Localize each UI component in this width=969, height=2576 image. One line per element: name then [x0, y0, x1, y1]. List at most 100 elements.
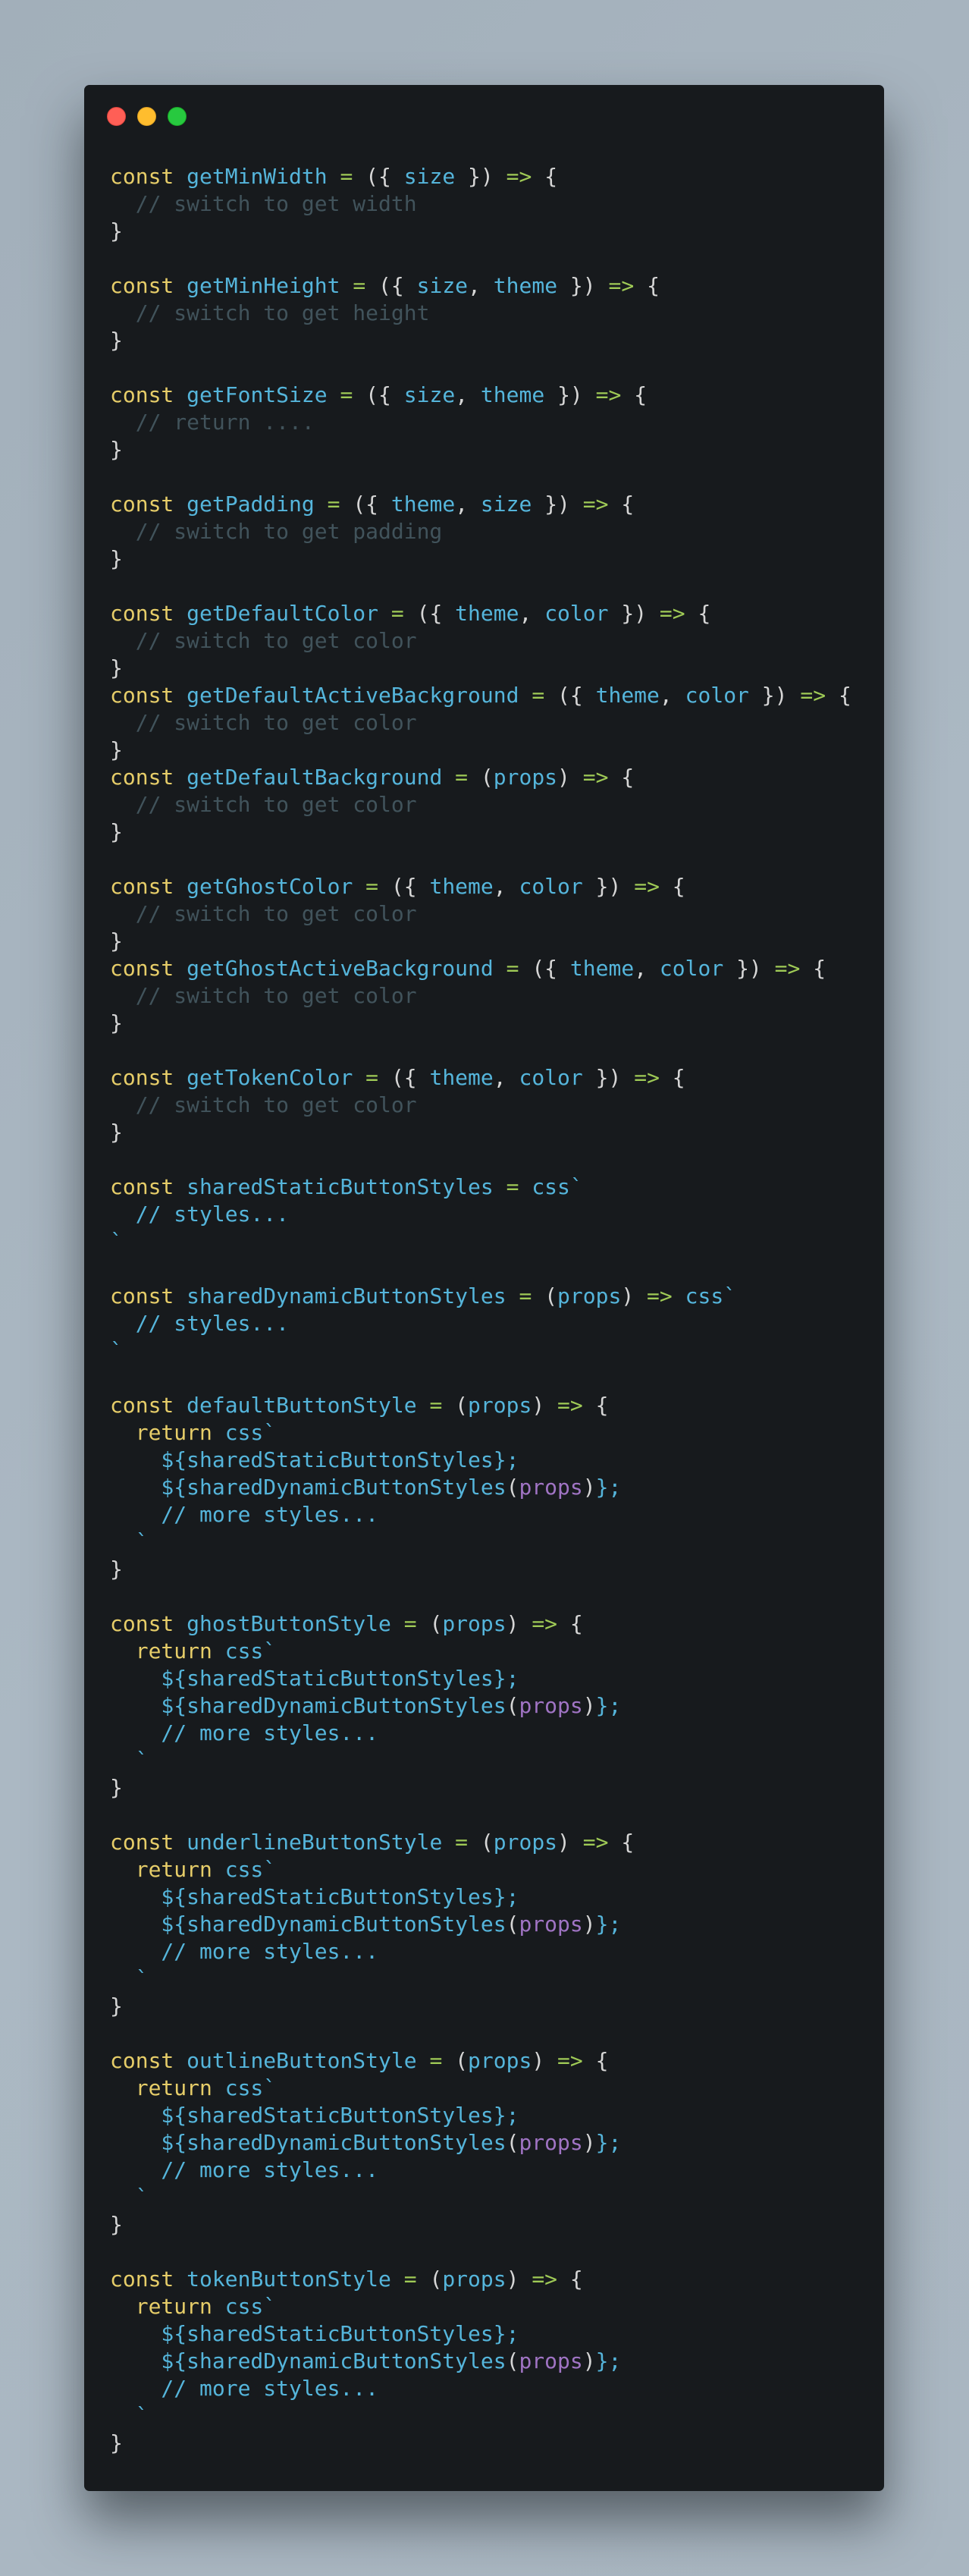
identifier-token: ghostButtonStyle	[187, 1611, 404, 1636]
keyword-token: return	[110, 1420, 225, 1445]
identifier-token: props	[442, 2267, 506, 2292]
punctuation-token: (	[455, 2048, 469, 2073]
punctuation-token: })	[595, 1065, 635, 1090]
operator-token: =>	[582, 1830, 622, 1855]
identifier-token: props	[468, 2048, 532, 2073]
identifier-token: props	[442, 1611, 506, 1636]
punctuation-token: ,	[493, 1065, 519, 1090]
code-line: ${sharedDynamicButtonStyles(props)};	[110, 1692, 851, 1720]
punctuation-token: }	[110, 546, 123, 571]
operator-token: =>	[582, 765, 622, 790]
comment-token: // switch to get color	[110, 1092, 417, 1117]
keyword-token: const	[110, 683, 187, 708]
code-line: ${sharedStaticButtonStyles};	[110, 1883, 851, 1911]
keyword-token: const	[110, 1174, 187, 1199]
keyword-token: const	[110, 601, 187, 626]
punctuation-token: }	[110, 1557, 123, 1582]
template-token: ${sharedStaticButtonStyles};	[110, 1666, 519, 1691]
template-token: css`	[224, 1857, 277, 1882]
punctuation-token: ({	[378, 273, 417, 298]
code-line: `	[110, 1528, 851, 1556]
code-line: // switch to get padding	[110, 518, 851, 545]
punctuation-token: )	[532, 2048, 558, 2073]
identifier-token: getMinWidth	[187, 164, 340, 189]
template-token: ${sharedStaticButtonStyles};	[110, 1884, 519, 1909]
punctuation-token: (	[506, 1475, 519, 1500]
comment-token: // switch to get color	[110, 983, 417, 1008]
template-token: `	[110, 2403, 149, 2428]
code-line: return css`	[110, 2293, 851, 2320]
identifier-token: getMinHeight	[187, 273, 353, 298]
punctuation-token: {	[634, 382, 648, 407]
punctuation-token: })	[544, 492, 583, 517]
punctuation-token: (	[480, 765, 494, 790]
template-token: };	[595, 1912, 622, 1937]
operator-token: =>	[557, 1393, 596, 1418]
punctuation-token: ,	[493, 874, 519, 899]
punctuation-token: )	[582, 1693, 596, 1718]
punctuation-token: })	[761, 683, 801, 708]
keyword-token: const	[110, 874, 187, 899]
operator-token: =>	[532, 2267, 570, 2292]
identifier-token: tokenButtonStyle	[187, 2267, 404, 2292]
template-token: };	[595, 2348, 622, 2373]
identifier-token: props	[493, 1830, 558, 1855]
code-line: // styles...	[110, 1310, 851, 1337]
punctuation-token: ,	[455, 492, 481, 517]
template-token: // styles...	[110, 1202, 290, 1227]
comment-token: // switch to get padding	[110, 519, 443, 544]
code-line: const sharedDynamicButtonStyles = (props…	[110, 1283, 851, 1310]
keyword-token: const	[110, 1065, 187, 1090]
code-line: }	[110, 655, 851, 682]
punctuation-token: {	[621, 1830, 635, 1855]
punctuation-token: }	[110, 218, 123, 243]
punctuation-token: (	[544, 1283, 558, 1308]
code-line: ${sharedDynamicButtonStyles(props)};	[110, 1911, 851, 1938]
keyword-token: const	[110, 492, 187, 517]
punctuation-token: {	[595, 2048, 609, 2073]
keyword-token: const	[110, 956, 187, 981]
code-line: const tokenButtonStyle = (props) => {	[110, 2266, 851, 2293]
punctuation-token: })	[557, 382, 596, 407]
operator-token: =>	[506, 164, 545, 189]
operator-token: =>	[659, 601, 698, 626]
operator-token: =	[506, 956, 532, 981]
identifier-token: getFontSize	[187, 382, 340, 407]
punctuation-token: )	[506, 2267, 532, 2292]
keyword-token: const	[110, 1830, 187, 1855]
operator-token: =>	[634, 874, 673, 899]
punctuation-token: }	[110, 819, 123, 844]
comment-token: // switch to get color	[110, 628, 417, 653]
punctuation-token: }	[110, 1120, 123, 1145]
code-line: }	[110, 818, 851, 846]
template-token: // more styles...	[110, 1939, 379, 1964]
minimize-window-icon[interactable]	[137, 107, 156, 126]
template-token: `	[110, 2185, 149, 2210]
code-line: // switch to get color	[110, 982, 851, 1010]
keyword-token: const	[110, 2048, 187, 2073]
punctuation-token: }	[110, 1775, 123, 1800]
keyword-token: return	[110, 1857, 225, 1882]
keyword-token: const	[110, 273, 187, 298]
keyword-token: const	[110, 1283, 187, 1308]
close-window-icon[interactable]	[107, 107, 126, 126]
keyword-token: const	[110, 2267, 187, 2292]
punctuation-token: {	[621, 765, 635, 790]
identifier-token: getGhostColor	[187, 874, 366, 899]
maximize-window-icon[interactable]	[168, 107, 187, 126]
code-line: }	[110, 2211, 851, 2238]
punctuation-token: }	[110, 1010, 123, 1035]
code-line: }	[110, 1119, 851, 1146]
keyword-token: return	[110, 2294, 225, 2319]
code-line: ${sharedStaticButtonStyles};	[110, 1447, 851, 1474]
code-line: }	[110, 1010, 851, 1037]
punctuation-token: })	[595, 874, 635, 899]
punctuation-token: (	[506, 2348, 519, 2373]
code-line: // switch to get width	[110, 190, 851, 218]
code-line: const getDefaultActiveBackground = ({ th…	[110, 682, 851, 709]
operator-token: =	[403, 1611, 430, 1636]
punctuation-token: (	[455, 1393, 469, 1418]
